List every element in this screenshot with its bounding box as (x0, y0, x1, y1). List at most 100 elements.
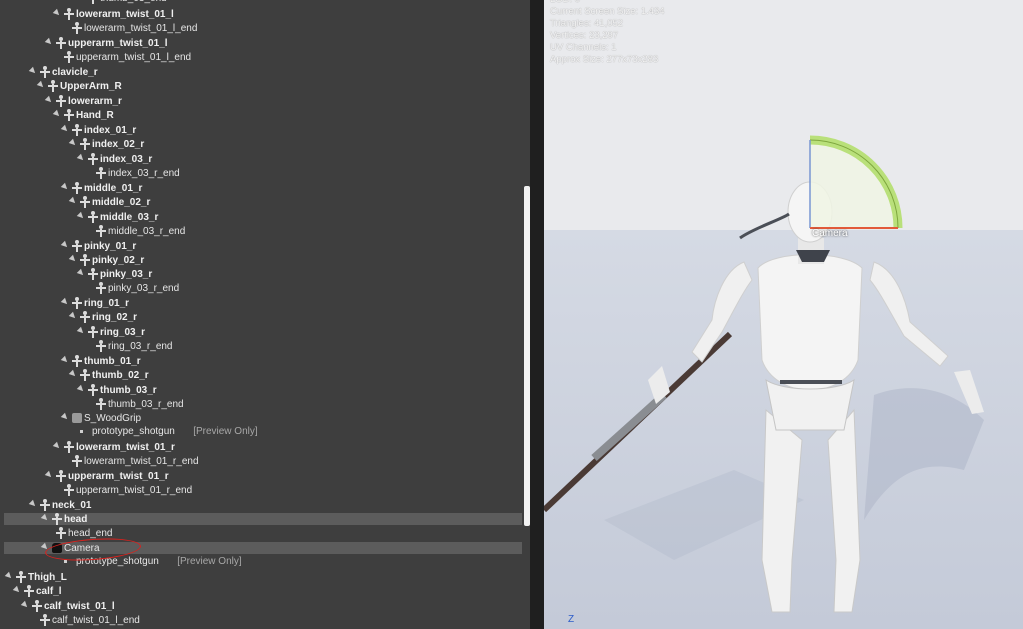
tree-row[interactable]: prototype_shotgun [Preview Only] (0, 425, 522, 439)
tree-row[interactable]: head_end (0, 527, 522, 541)
tree-row[interactable]: index_03_r (0, 153, 522, 167)
expand-arrow-icon[interactable] (68, 138, 78, 148)
expand-arrow-icon[interactable] (76, 153, 86, 163)
tree-row[interactable]: thumb_02_r (0, 369, 522, 383)
expand-arrow-icon[interactable] (68, 196, 78, 206)
tree-row[interactable]: lowerarm_twist_01_l (0, 8, 522, 22)
bone-icon (88, 268, 98, 281)
expand-arrow-icon[interactable] (60, 355, 70, 365)
tree-row-label: prototype_shotgun (92, 426, 175, 437)
tree-row[interactable]: thumb_03_end (0, 0, 522, 6)
attached-asset-icon (64, 560, 67, 563)
bone-icon (72, 182, 82, 195)
tree-row-selected[interactable]: head (4, 513, 522, 525)
tree-row-label: Hand_R (76, 110, 114, 121)
bone-icon (64, 109, 74, 122)
expand-arrow-icon[interactable] (52, 441, 62, 451)
tree-row[interactable]: middle_03_r (0, 211, 522, 225)
tree-row[interactable]: middle_01_r (0, 182, 522, 196)
expand-arrow-icon[interactable] (44, 470, 54, 480)
tree-row[interactable]: ring_02_r (0, 311, 522, 325)
tree-row[interactable]: upperarm_twist_01_l (0, 37, 522, 51)
expand-arrow-icon[interactable] (28, 66, 38, 76)
bone-icon (88, 0, 98, 5)
tree-row[interactable]: Hand_R (0, 109, 522, 123)
expand-arrow-icon[interactable] (76, 211, 86, 221)
bone-icon (16, 571, 26, 584)
tree-row-label: ring_03_r_end (108, 341, 173, 352)
bone-icon (56, 37, 66, 50)
tree-row[interactable]: upperarm_twist_01_r_end (0, 484, 522, 498)
tree-row[interactable]: lowerarm_twist_01_l_end (0, 22, 522, 36)
mesh-icon (72, 413, 82, 423)
tree-row[interactable]: calf_twist_01_l_end (0, 614, 522, 628)
expand-arrow-icon[interactable] (60, 297, 70, 307)
tree-row[interactable]: S_WoodGrip (0, 412, 522, 426)
tree-row[interactable]: upperarm_twist_01_l_end (0, 51, 522, 65)
tree-row[interactable]: pinky_03_r_end (0, 282, 522, 296)
tree-row-label: thumb_02_r (92, 370, 149, 381)
tree-row[interactable]: upperarm_twist_01_r (0, 470, 522, 484)
tree-row[interactable]: middle_02_r (0, 196, 522, 210)
expand-arrow-icon[interactable] (76, 326, 86, 336)
tree-row[interactable]: pinky_02_r (0, 254, 522, 268)
tree-row[interactable]: lowerarm_twist_01_r_end (0, 455, 522, 469)
tree-row[interactable]: middle_03_r_end (0, 225, 522, 239)
expand-arrow-icon[interactable] (52, 109, 62, 119)
tree-row-label: middle_01_r (84, 183, 143, 194)
bone-icon (96, 340, 106, 353)
bone-icon (56, 95, 66, 108)
tree-row-label: thumb_01_r (84, 356, 141, 367)
expand-arrow-icon[interactable] (60, 412, 70, 422)
expand-arrow-icon[interactable] (60, 240, 70, 250)
tree-row-label: thumb_03_r_end (108, 399, 184, 410)
tree-row[interactable]: calf_l (0, 585, 522, 599)
tree-row[interactable]: thumb_01_r (0, 355, 522, 369)
tree-row[interactable]: calf_twist_01_l (0, 600, 522, 614)
tree-row-label: UpperArm_R (60, 81, 122, 92)
tree-row[interactable]: thumb_03_r_end (0, 398, 522, 412)
tree-row-label: pinky_01_r (84, 241, 137, 252)
expand-arrow-icon[interactable] (28, 499, 38, 509)
expand-arrow-icon[interactable] (12, 585, 22, 595)
expand-arrow-icon[interactable] (68, 369, 78, 379)
tree-row[interactable]: pinky_03_r (0, 268, 522, 282)
expand-arrow-icon[interactable] (68, 254, 78, 264)
tree-row[interactable]: index_01_r (0, 124, 522, 138)
expand-arrow-icon[interactable] (76, 268, 86, 278)
tree-row[interactable]: ring_03_r_end (0, 340, 522, 354)
tree-row[interactable]: clavicle_r (0, 66, 522, 80)
tree-row[interactable]: ring_01_r (0, 297, 522, 311)
bone-icon (32, 600, 42, 613)
tree-row-label: upperarm_twist_01_r (68, 471, 169, 482)
expand-arrow-icon[interactable] (40, 513, 50, 523)
preview-viewport[interactable]: LOD: 0Current Screen Size: 1.434Triangle… (544, 0, 1023, 629)
tree-row[interactable]: thumb_03_r (0, 384, 522, 398)
tree-row[interactable]: neck_01 (0, 499, 522, 513)
tree-row-label: lowerarm_twist_01_l (76, 9, 174, 20)
panel-divider[interactable] (530, 0, 544, 629)
tree-row[interactable]: index_02_r (0, 138, 522, 152)
tree-row[interactable]: index_03_r_end (0, 167, 522, 181)
tree-row[interactable]: lowerarm_r (0, 95, 522, 109)
expand-arrow-icon[interactable] (4, 571, 14, 581)
bone-icon (48, 80, 58, 93)
expand-arrow-icon[interactable] (76, 384, 86, 394)
tree-row[interactable]: pinky_01_r (0, 240, 522, 254)
bone-icon (72, 297, 82, 310)
expand-arrow-icon[interactable] (44, 95, 54, 105)
tree-row[interactable]: lowerarm_twist_01_r (0, 441, 522, 455)
tree-row-label: head (64, 514, 88, 525)
expand-arrow-icon[interactable] (44, 37, 54, 47)
tree-row[interactable]: UpperArm_R (0, 80, 522, 94)
expand-arrow-icon[interactable] (36, 80, 46, 90)
expand-arrow-icon[interactable] (52, 8, 62, 18)
expand-arrow-icon[interactable] (68, 311, 78, 321)
expand-arrow-icon[interactable] (60, 182, 70, 192)
expand-arrow-icon[interactable] (60, 124, 70, 134)
expand-arrow-icon[interactable] (20, 600, 30, 610)
tree-row[interactable]: ring_03_r (0, 326, 522, 340)
tree-row[interactable]: Thigh_L (0, 571, 522, 585)
bone-icon (64, 51, 74, 64)
tree-row-label: middle_03_r (100, 212, 159, 223)
